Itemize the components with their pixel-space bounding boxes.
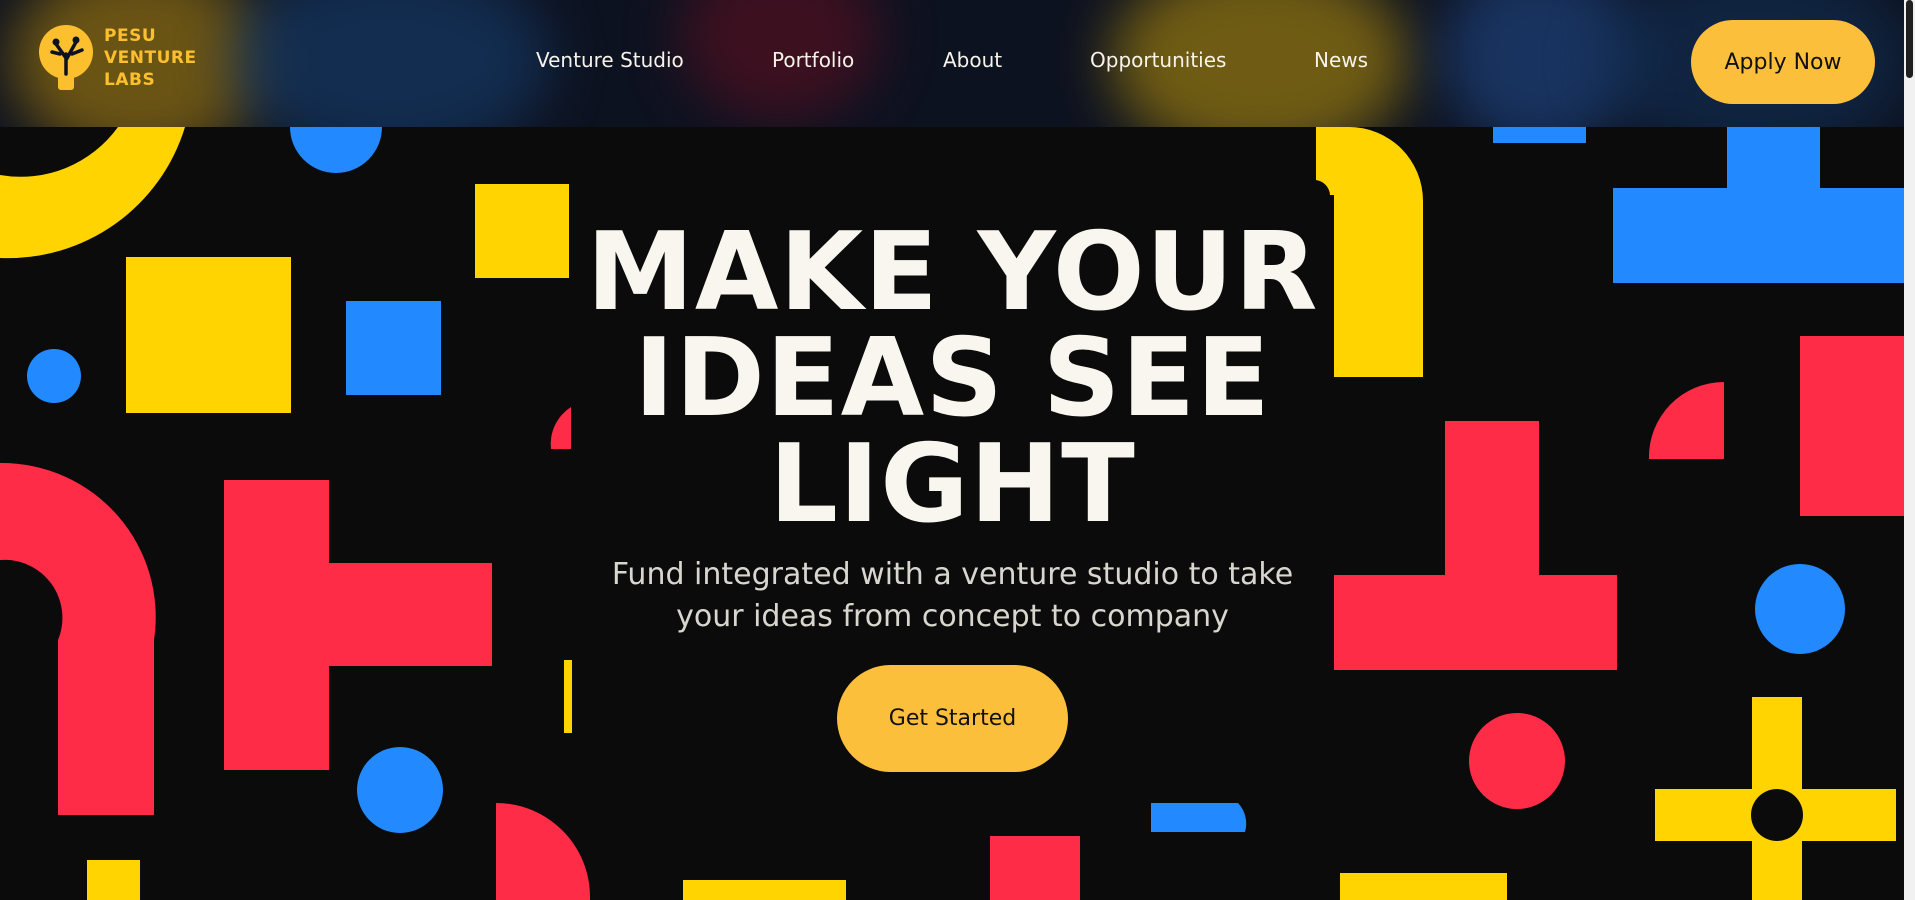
headline-line: MAKE YOUR — [586, 210, 1319, 335]
blue-t-shape — [1613, 127, 1904, 283]
tree-logo-icon — [39, 25, 93, 90]
red-rect-shape — [1800, 336, 1904, 516]
red-block-shape — [990, 836, 1080, 900]
yellow-strip-shape — [1340, 873, 1507, 900]
yellow-bar-shape — [564, 660, 572, 733]
yellow-square-shape — [475, 184, 569, 278]
get-started-button[interactable]: Get Started — [837, 665, 1068, 772]
apply-now-button[interactable]: Apply Now — [1691, 20, 1875, 104]
brand-line: VENTURE — [104, 48, 197, 68]
yellow-block-shape — [87, 860, 140, 900]
brand-name: PESU VENTURE LABS — [104, 25, 197, 91]
red-circle-shape — [1469, 713, 1565, 809]
cross-hole-shape — [1751, 789, 1803, 841]
site-header: PESU VENTURE LABS Venture Studio Portfol… — [0, 0, 1904, 127]
blue-strip-shape — [1493, 127, 1586, 143]
blue-circle-shape — [357, 747, 443, 833]
blue-strip-shape — [1151, 803, 1247, 832]
headline-line: LIGHT — [769, 422, 1136, 547]
brand-line: PESU — [104, 26, 157, 46]
subtitle-line: Fund integrated with a venture studio to… — [611, 557, 1294, 592]
yellow-strip-shape — [683, 880, 846, 900]
nav-link-opportunities[interactable]: Opportunities — [1090, 48, 1226, 72]
red-quarter-shape — [496, 803, 590, 900]
nav-link-news[interactable]: News — [1314, 48, 1368, 72]
blue-circle-shape — [1755, 564, 1845, 654]
brand-logo[interactable]: PESU VENTURE LABS — [38, 24, 197, 92]
nav-link-portfolio[interactable]: Portfolio — [772, 48, 854, 72]
blue-dot-shape — [27, 349, 81, 403]
hero-subtitle: Fund integrated with a venture studio to… — [560, 554, 1345, 638]
red-arch-shape — [0, 462, 156, 815]
subtitle-line: your ideas from concept to company — [676, 599, 1229, 634]
red-quarter-shape — [1648, 381, 1724, 459]
headline-line: IDEAS SEE — [634, 316, 1271, 441]
brand-line: LABS — [104, 70, 156, 90]
red-t-shape — [224, 480, 492, 770]
scrollbar-thumb[interactable] — [1906, 0, 1913, 78]
yellow-square-shape — [126, 257, 291, 413]
hero-headline: MAKE YOUR IDEAS SEE LIGHT — [560, 210, 1345, 547]
yellow-arc-shape — [0, 127, 185, 259]
blue-square-shape — [346, 301, 441, 395]
nav-link-about[interactable]: About — [943, 48, 1002, 72]
blue-half-circle-shape — [290, 127, 382, 173]
red-t-shape — [1334, 421, 1617, 670]
nav-link-venture-studio[interactable]: Venture Studio — [536, 48, 684, 72]
page-scrollbar[interactable] — [1904, 0, 1915, 900]
hero-section: MAKE YOUR IDEAS SEE LIGHT Fund integrate… — [560, 210, 1345, 638]
